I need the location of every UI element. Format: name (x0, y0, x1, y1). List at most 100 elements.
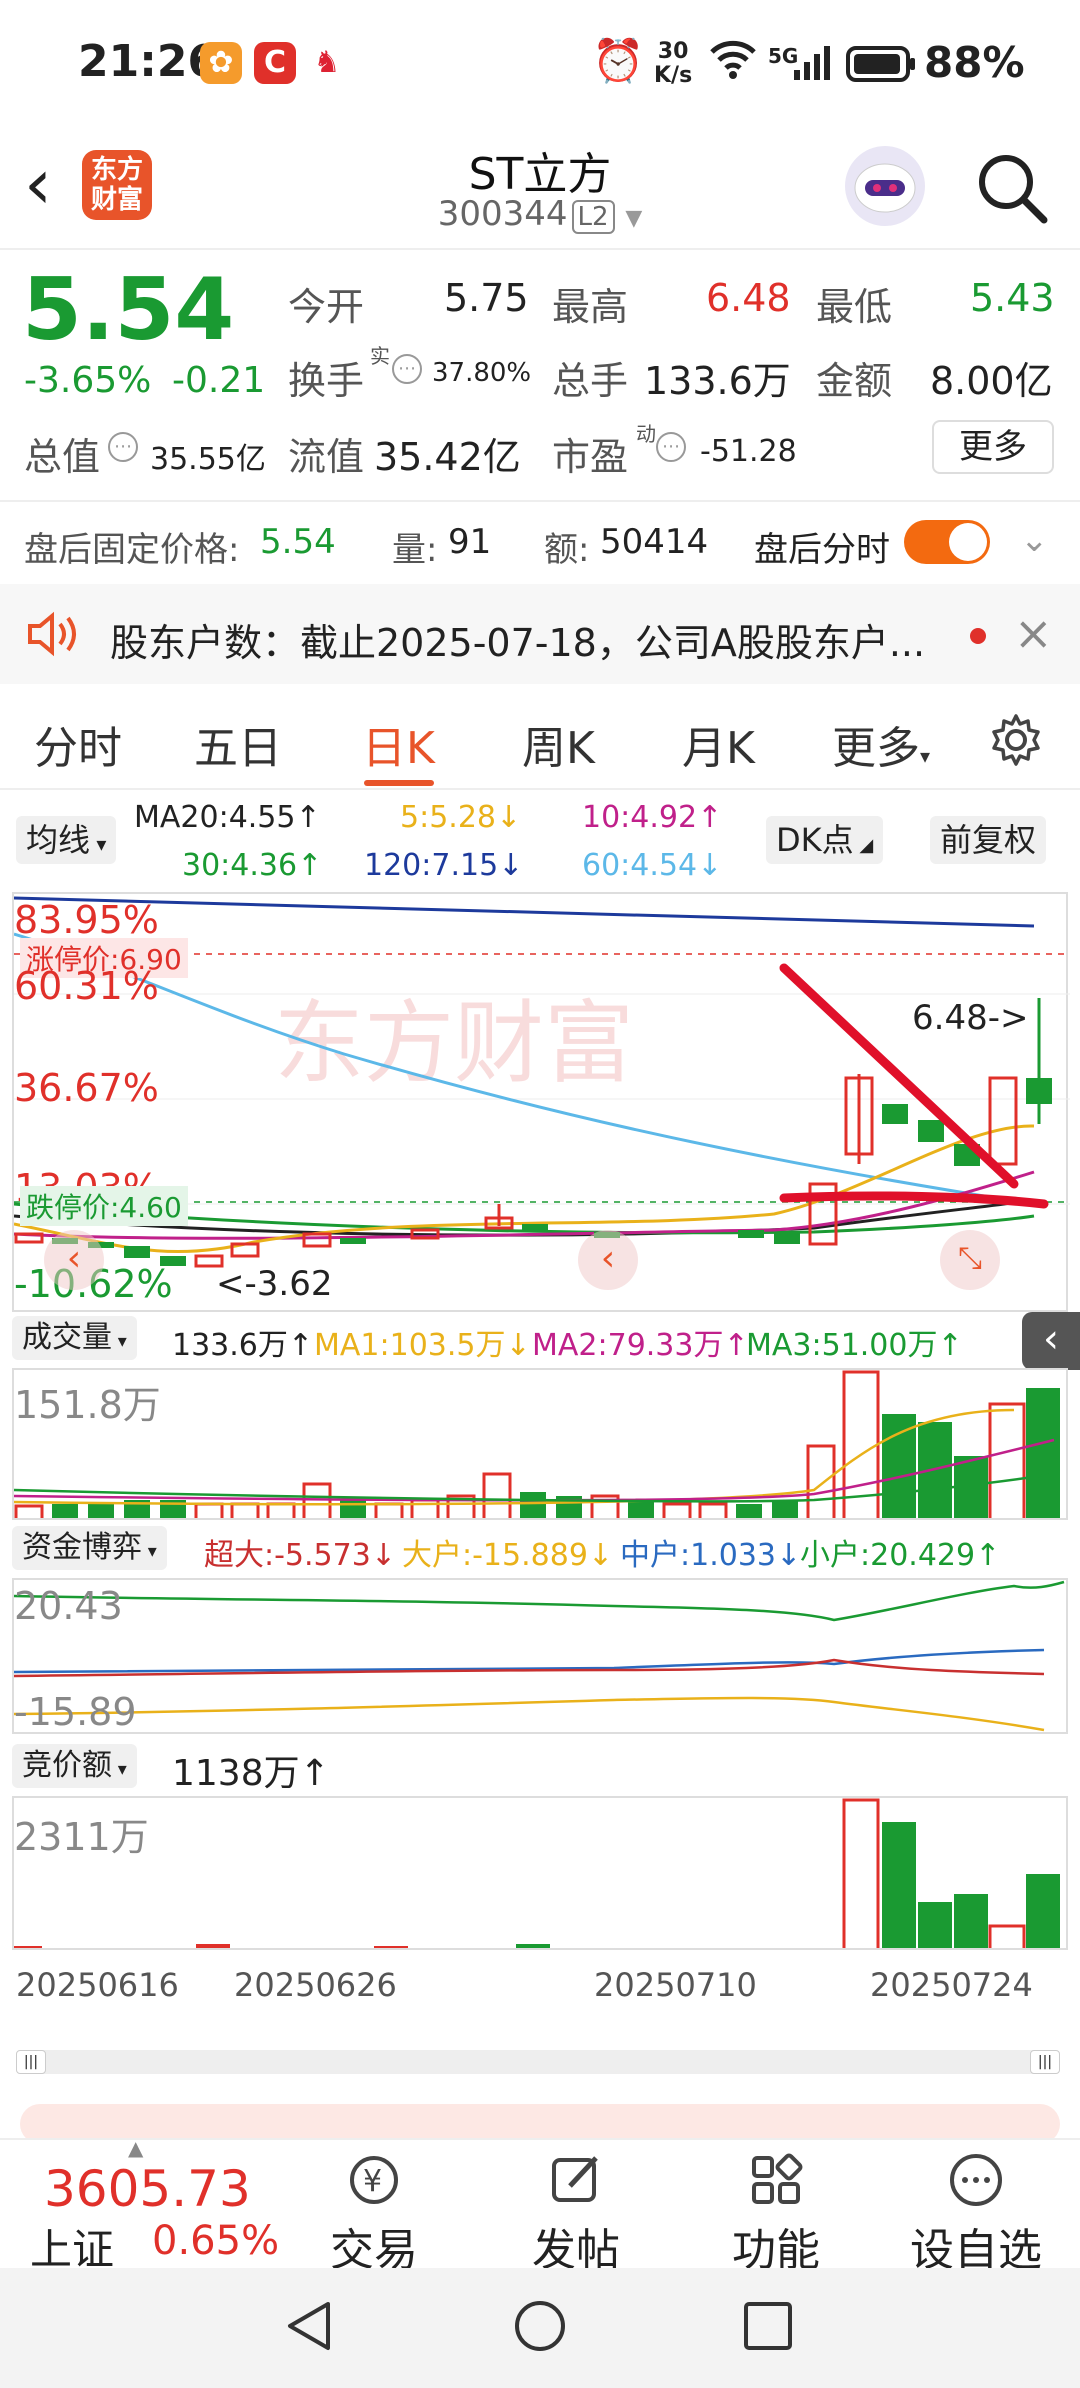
adjust-button[interactable]: 前复权 (930, 816, 1047, 864)
amount-label: 金额 (816, 359, 893, 403)
fund-mid: 中户:1.033↓ (620, 1538, 802, 1573)
fund-chart[interactable]: 20.43 -15.89 (12, 1578, 1068, 1734)
notice-bar[interactable]: 股东户数：截止2025-07-18，公司A股股东户... × (0, 584, 1080, 684)
float-value: 35.42亿 (374, 435, 521, 479)
search-icon[interactable] (972, 148, 1052, 228)
scroll-right-icon[interactable]: ‹ (578, 1230, 638, 1290)
chevron-down-icon[interactable]: ⌄ (1020, 520, 1049, 560)
collapse-tab[interactable]: ‹ (1022, 1312, 1080, 1370)
change-percent: -3.65% (24, 360, 152, 401)
auction-svg (14, 1798, 1060, 1948)
alarm-icon: ⏰ (592, 36, 645, 85)
range-scrollbar[interactable]: ||| ||| (16, 2050, 1060, 2074)
open-label: 今开 (288, 285, 365, 329)
volume-chart[interactable]: 151.8万 (12, 1368, 1068, 1520)
fund-small-line (14, 1580, 1065, 1622)
battery-icon (846, 46, 916, 86)
caret-down-icon: ▾ (112, 1759, 127, 1780)
watermark: 东方财富 (274, 991, 634, 1096)
low-label: 最低 (816, 285, 893, 329)
fund-axis-top: 20.43 (14, 1584, 123, 1628)
volume-selector[interactable]: 成交量 ▾ (12, 1316, 137, 1360)
ah-vol-label: 量: (392, 530, 438, 570)
info-icon[interactable]: ⋯ (656, 432, 686, 462)
low-marker: <-3.62 (216, 1264, 333, 1304)
auction-value: 1138万↑ (172, 1753, 330, 1794)
nav-functions[interactable]: 功能 (706, 2150, 846, 2278)
auction-chart[interactable]: 2311万 (12, 1796, 1068, 1950)
ma60-value: 60:4.54↓ (582, 848, 723, 883)
fund-selector[interactable]: 资金博弈 ▾ (12, 1526, 167, 1570)
tab-rik[interactable]: 日K (362, 712, 435, 776)
volume-ma3: MA3:51.00万↑ (746, 1328, 963, 1363)
system-nav-bar (0, 2268, 1080, 2388)
volume-ma1: MA1:103.5万↓ (314, 1328, 531, 1363)
ma20-value: MA20:4.55↑ (134, 800, 321, 835)
caret-down-icon: ▾ (920, 744, 931, 768)
dk-point-button[interactable]: DK点 ◢ (766, 816, 884, 864)
low-value: 5.43 (970, 276, 1055, 320)
caret-down-icon: ▾ (90, 832, 107, 856)
date-2: 20250626 (234, 1966, 397, 2004)
nav-post[interactable]: 发帖 (506, 2150, 646, 2278)
turnover-sup: 实 (370, 344, 390, 368)
tab-fenshi[interactable]: 分时 (34, 712, 122, 776)
back-icon[interactable] (282, 2298, 336, 2358)
close-icon[interactable]: × (1014, 606, 1053, 660)
change-amount: -0.21 (172, 360, 266, 401)
current-price: 5.54 (22, 260, 235, 360)
info-icon[interactable]: ⋯ (108, 432, 138, 462)
volume-selector-label: 成交量 (22, 1320, 112, 1355)
ma-selector[interactable]: 均线 ▾ (16, 816, 117, 864)
range-handle-right[interactable]: ||| (1030, 2050, 1060, 2074)
fullscreen-icon[interactable]: ⤡ (940, 1230, 1000, 1290)
net-speed-unit: K/s (654, 63, 693, 88)
tab-wuri[interactable]: 五日 (194, 712, 282, 776)
pe-label: 市盈 (552, 435, 629, 479)
after-hours-toggle[interactable] (904, 520, 990, 564)
auction-selector[interactable]: 竞价额 ▾ (12, 1744, 137, 1788)
caret-down-icon: ▾ (112, 1331, 127, 1352)
index-value: 3605.73 (44, 2160, 251, 2218)
ma30-value: 30:4.36↑ (182, 848, 323, 883)
info-icon[interactable]: ⋯ (392, 354, 422, 384)
fund-mid-line (14, 1648, 1045, 1674)
high-marker: 6.48-> (912, 998, 1029, 1038)
auction-selector-label: 竞价额 (22, 1748, 112, 1783)
gear-icon[interactable] (988, 712, 1044, 772)
tab-more[interactable]: 更多▾ (832, 712, 930, 776)
recents-icon[interactable] (742, 2300, 794, 2356)
ma5-value: 5:5.28↓ (400, 800, 522, 835)
tab-more-label: 更多 (832, 723, 920, 774)
high-label: 最高 (552, 285, 629, 329)
turnover-value: 37.80% (432, 358, 532, 388)
app-mascot-icon: ♞ (306, 42, 348, 84)
limit-down-label: 跌停价:4.60 (20, 1186, 188, 1226)
fund-large: 大户:-15.889↓ (402, 1538, 614, 1573)
tab-zhouk[interactable]: 周K (522, 712, 595, 776)
pe-value: -51.28 (700, 434, 797, 469)
tab-yuek[interactable]: 月K (682, 712, 755, 776)
index-change: 0.65% (152, 2218, 280, 2264)
nav-watchlist[interactable]: 设自选 (906, 2150, 1046, 2278)
divider (0, 500, 1080, 502)
mcap-value: 35.55亿 (150, 442, 266, 477)
ah-amt: 50414 (600, 522, 709, 562)
trade-icon: ¥ (304, 2150, 444, 2214)
net-speed-value: 30 (657, 39, 689, 64)
chevron-up-icon: ▲ (128, 2136, 144, 2160)
kline-chart[interactable]: 东方财富 83.95% 涨停价:6.90 60.31% 36.67% 跌停价:4… (12, 892, 1070, 1312)
index-ticker[interactable]: ▲ 3605.73 上证 0.65% (0, 2136, 290, 2274)
scroll-left-icon[interactable]: ‹ (44, 1230, 104, 1290)
home-icon[interactable] (512, 2298, 568, 2358)
high-value: 6.48 (706, 276, 791, 320)
ma120-value: 120:7.15↓ (364, 848, 524, 883)
more-button[interactable]: 更多 (932, 420, 1054, 474)
amount-value: 8.00亿 (930, 359, 1053, 403)
pct-3: 36.67% (14, 1066, 159, 1110)
assistant-robot-icon[interactable] (845, 146, 925, 226)
fund-small: 小户:20.429↑ (800, 1538, 1001, 1573)
nav-trade[interactable]: ¥ 交易 (304, 2150, 444, 2278)
range-handle-left[interactable]: ||| (16, 2050, 46, 2074)
notice-dot (970, 628, 986, 644)
